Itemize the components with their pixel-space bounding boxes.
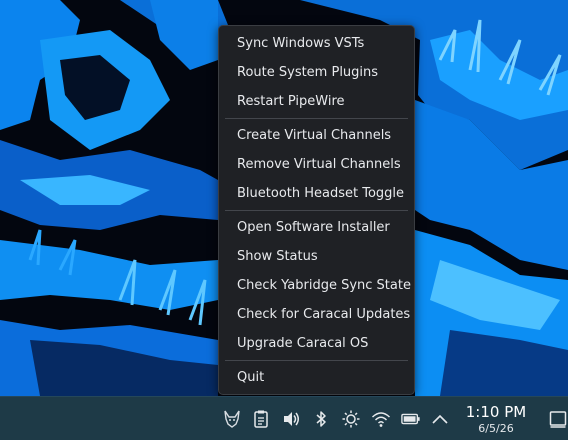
clipboard-icon[interactable]	[251, 409, 271, 429]
caracal-app-icon[interactable]	[222, 409, 242, 429]
menu-item-create-virtual-channels[interactable]: Create Virtual Channels	[219, 121, 414, 150]
menu-item-open-software-installer[interactable]: Open Software Installer	[219, 213, 414, 242]
menu-item-sync-windows-vsts[interactable]: Sync Windows VSTs	[219, 29, 414, 58]
menu-item-restart-pipewire[interactable]: Restart PipeWire	[219, 87, 414, 116]
bluetooth-icon[interactable]	[311, 409, 331, 429]
menu-item-route-system-plugins[interactable]: Route System Plugins	[219, 58, 414, 87]
menu-item-check-caracal-updates[interactable]: Check for Caracal Updates	[219, 300, 414, 329]
menu-item-show-status[interactable]: Show Status	[219, 242, 414, 271]
wifi-icon[interactable]	[371, 409, 391, 429]
volume-icon[interactable]	[281, 409, 301, 429]
tray-context-menu: Sync Windows VSTs Route System Plugins R…	[218, 25, 415, 395]
menu-item-quit[interactable]: Quit	[219, 363, 414, 392]
menu-separator	[225, 118, 408, 119]
menu-separator	[225, 210, 408, 211]
battery-icon[interactable]	[401, 409, 421, 429]
clock-date[interactable]: 6/5/26	[456, 422, 536, 435]
show-desktop-icon[interactable]	[548, 409, 568, 429]
menu-item-upgrade-caracal-os[interactable]: Upgrade Caracal OS	[219, 329, 414, 358]
brightness-icon[interactable]	[341, 409, 361, 429]
menu-item-check-yabridge-sync-state[interactable]: Check Yabridge Sync State	[219, 271, 414, 300]
taskbar: 1:10 PM 6/5/26	[0, 396, 568, 440]
clock-time[interactable]: 1:10 PM	[456, 403, 536, 421]
chevron-up-icon[interactable]	[430, 409, 450, 429]
menu-separator	[225, 360, 408, 361]
menu-item-bluetooth-headset-toggle[interactable]: Bluetooth Headset Toggle	[219, 179, 414, 208]
menu-item-remove-virtual-channels[interactable]: Remove Virtual Channels	[219, 150, 414, 179]
